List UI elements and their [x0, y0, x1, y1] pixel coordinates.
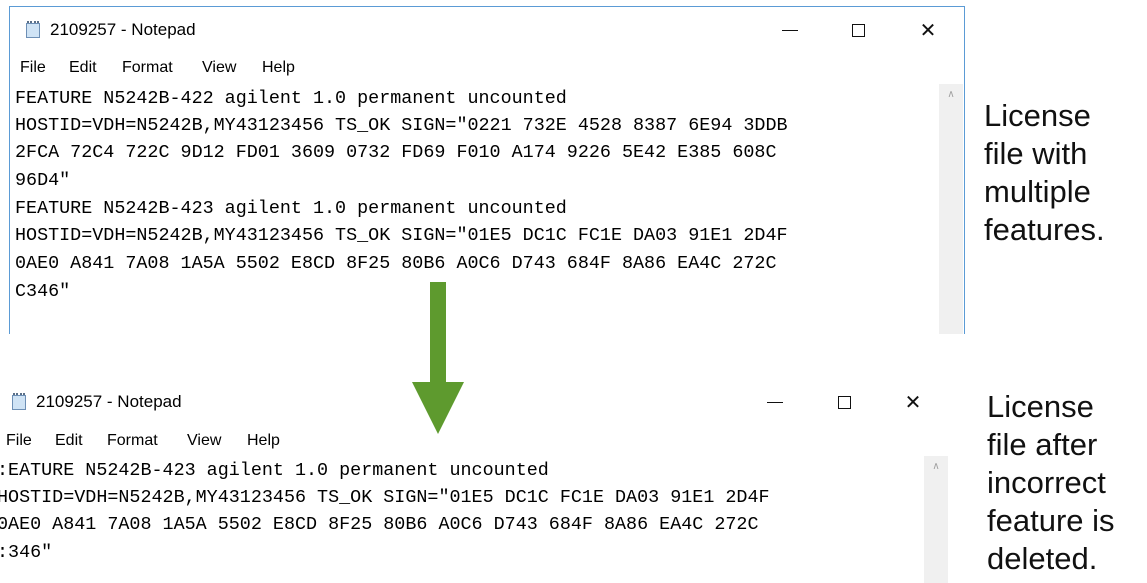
caption-before: License file with multiple features. — [984, 97, 1105, 249]
minimize-icon — [767, 401, 783, 403]
notepad-window-after: 2109257 - Notepad ✕ File Edit Format Vie… — [0, 381, 960, 583]
scroll-up-icon[interactable]: ∧ — [930, 462, 942, 472]
title-bar[interactable]: 2109257 - Notepad ✕ — [10, 7, 964, 53]
arrow-head — [412, 382, 464, 434]
close-button[interactable]: ✕ — [908, 15, 948, 45]
maximize-icon — [837, 395, 851, 409]
window-title: 2109257 - Notepad — [50, 20, 196, 39]
minimize-button[interactable] — [755, 387, 795, 417]
text-line: :EATURE N5242B-423 agilent 1.0 permanent… — [0, 460, 549, 481]
text-line: HOSTID=VDH=N5242B,MY43123456 TS_OK SIGN=… — [15, 115, 788, 136]
close-icon: ✕ — [904, 391, 922, 414]
menu-format[interactable]: Format — [107, 432, 158, 450]
caption-line: multiple — [984, 174, 1091, 209]
text-editor[interactable]: :EATURE N5242B-423 agilent 1.0 permanent… — [0, 456, 960, 583]
title-bar[interactable]: 2109257 - Notepad ✕ — [0, 381, 960, 427]
caption-line: file with — [984, 136, 1088, 171]
scroll-up-icon[interactable]: ∧ — [945, 90, 957, 100]
menu-format[interactable]: Format — [122, 59, 173, 77]
minimize-icon — [782, 29, 798, 31]
caption-line: incorrect — [987, 465, 1106, 500]
menu-help[interactable]: Help — [247, 432, 280, 450]
text-line: FEATURE N5242B-422 agilent 1.0 permanent… — [15, 88, 567, 109]
down-arrow-icon — [412, 282, 464, 434]
vertical-scrollbar[interactable]: ∧ — [939, 84, 963, 334]
text-line: 2FCA 72C4 722C 9D12 FD01 3609 0732 FD69 … — [15, 142, 777, 163]
text-line: 96D4" — [15, 170, 71, 191]
text-line: C346" — [15, 281, 71, 302]
menu-file[interactable]: File — [20, 59, 46, 77]
arrow-shaft — [430, 282, 446, 386]
notepad-icon — [10, 393, 28, 411]
text-line: FEATURE N5242B-423 agilent 1.0 permanent… — [15, 198, 567, 219]
window-title: 2109257 - Notepad — [36, 392, 182, 411]
close-button[interactable]: ✕ — [893, 387, 933, 417]
text-editor[interactable]: FEATURE N5242B-422 agilent 1.0 permanent… — [10, 84, 964, 334]
menu-help[interactable]: Help — [262, 59, 295, 77]
vertical-scrollbar[interactable]: ∧ — [924, 456, 948, 583]
text-line: HOSTID=VDH=N5242B,MY43123456 TS_OK SIGN=… — [15, 225, 788, 246]
menu-edit[interactable]: Edit — [69, 59, 97, 77]
menu-view[interactable]: View — [187, 432, 221, 450]
maximize-icon — [851, 23, 865, 37]
notepad-window-before: 2109257 - Notepad ✕ File Edit Format Vie… — [9, 6, 965, 334]
close-icon: ✕ — [919, 19, 937, 42]
caption-line: features. — [984, 212, 1105, 247]
menu-file[interactable]: File — [6, 432, 32, 450]
text-line: 0AE0 A841 7A08 1A5A 5502 E8CD 8F25 80B6 … — [0, 514, 759, 535]
menu-view[interactable]: View — [202, 59, 236, 77]
maximize-button[interactable] — [824, 387, 864, 417]
caption-line: deleted. — [987, 541, 1098, 576]
caption-line: feature is — [987, 503, 1115, 538]
text-line: :346" — [0, 542, 53, 563]
caption-line: License — [987, 389, 1094, 424]
caption-line: License — [984, 98, 1091, 133]
caption-after: License file after incorrect feature is … — [987, 388, 1115, 578]
text-line: HOSTID=VDH=N5242B,MY43123456 TS_OK SIGN=… — [0, 487, 770, 508]
notepad-icon — [24, 21, 42, 39]
menu-edit[interactable]: Edit — [55, 432, 83, 450]
caption-line: file after — [987, 427, 1098, 462]
text-line: 0AE0 A841 7A08 1A5A 5502 E8CD 8F25 80B6 … — [15, 253, 777, 274]
menu-bar: File Edit Format View Help — [10, 56, 964, 80]
menu-bar: File Edit Format View Help — [0, 429, 960, 453]
maximize-button[interactable] — [838, 15, 878, 45]
minimize-button[interactable] — [770, 15, 810, 45]
